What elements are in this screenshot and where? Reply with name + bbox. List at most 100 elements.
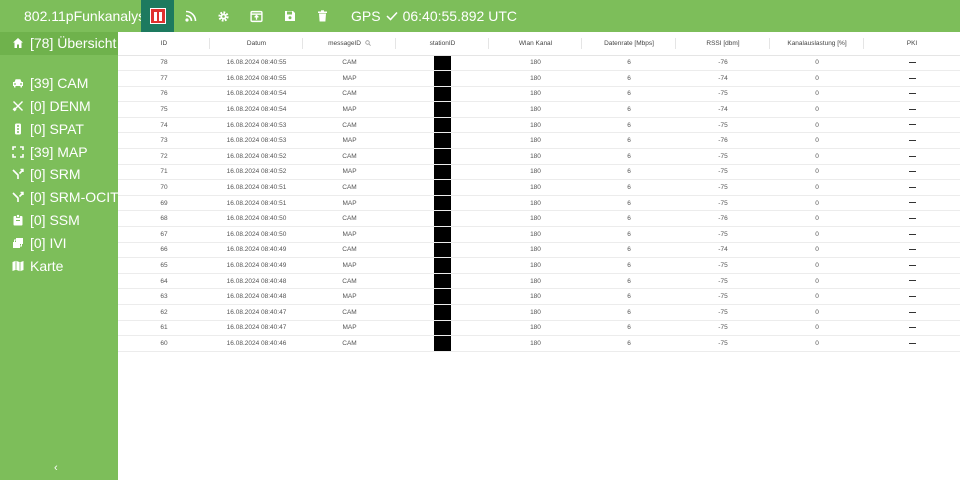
table-row[interactable]: 73 16.08.2024 08:40:53 MAP 180 6 -76 0 [118, 132, 960, 150]
table-row[interactable]: 69 16.08.2024 08:40:51 MAP 180 6 -75 0 [118, 195, 960, 212]
pki-cell [864, 55, 960, 72]
table-row[interactable]: 77 16.08.2024 08:40:55 MAP 180 6 -74 0 [118, 70, 960, 87]
gps-status: GPS 06:40:55.892 UTC [351, 8, 517, 24]
column-header[interactable]: stationID [396, 32, 489, 56]
sidebar-item-label: [0] SRM-OCIT [30, 189, 118, 206]
table-cell: 6 [582, 101, 676, 118]
table-cell: 0 [770, 257, 864, 274]
table-row[interactable]: 62 16.08.2024 08:40:47 CAM 180 6 -75 0 [118, 304, 960, 321]
minus-icon [908, 342, 916, 344]
table-cell: 180 [489, 226, 582, 243]
table-cell: 180 [489, 210, 582, 228]
column-header[interactable]: Datum [210, 32, 303, 56]
rss-button[interactable] [174, 0, 207, 32]
delete-button[interactable] [306, 0, 339, 32]
sidebar-item-label: [78] Übersicht [30, 35, 117, 52]
table-cell: 180 [489, 257, 582, 274]
sidebar-item-ssm[interactable]: [0] SSM [0, 209, 118, 232]
table-header-row: ID Datum messageID stationID Wlan Kanal Daten… [118, 32, 960, 56]
table-cell: CAM [303, 273, 396, 290]
column-header[interactable]: messageID [303, 32, 396, 56]
minus-icon [908, 108, 916, 110]
column-header[interactable]: ID [118, 32, 210, 56]
column-header[interactable]: Datenrate [Mbps] [582, 32, 676, 56]
table-row[interactable]: 70 16.08.2024 08:40:51 CAM 180 6 -75 0 [118, 179, 960, 196]
table-cell: -76 [676, 55, 770, 72]
table-cell: 6 [582, 288, 676, 305]
table-row[interactable]: 72 16.08.2024 08:40:52 CAM 180 6 -75 0 [118, 148, 960, 165]
table-cell: 180 [489, 86, 582, 103]
map-expand-icon [12, 145, 24, 158]
table-row[interactable]: 74 16.08.2024 08:40:53 CAM 180 6 -75 0 [118, 117, 960, 134]
export-button[interactable] [240, 0, 273, 32]
sidebar-item-srm[interactable]: [0] SRM [0, 163, 118, 186]
column-header[interactable]: Wlan Kanal [489, 32, 582, 56]
redaction-block [434, 305, 451, 320]
table-cell: -76 [676, 132, 770, 150]
settings-button[interactable] [207, 0, 240, 32]
table-cell: 6 [582, 257, 676, 274]
check-icon [386, 11, 398, 21]
table-cell: 16.08.2024 08:40:55 [210, 55, 303, 72]
fork-icon [12, 191, 24, 203]
sidebar-item-cam[interactable]: [39] CAM [0, 72, 118, 95]
table-cell: MAP [303, 320, 396, 337]
table-row[interactable]: 67 16.08.2024 08:40:50 MAP 180 6 -75 0 [118, 226, 960, 243]
sidebar-collapse-button[interactable]: ‹ [54, 462, 58, 474]
table-row[interactable]: 71 16.08.2024 08:40:52 MAP 180 6 -75 0 [118, 164, 960, 181]
station-id-redacted [396, 101, 489, 118]
table-row[interactable]: 68 16.08.2024 08:40:50 CAM 180 6 -76 0 [118, 210, 960, 228]
table-cell: 6 [582, 70, 676, 87]
pki-cell [864, 117, 960, 134]
save-button[interactable] [273, 0, 306, 32]
table-row[interactable]: 64 16.08.2024 08:40:48 CAM 180 6 -75 0 [118, 273, 960, 290]
minus-icon [908, 311, 916, 313]
table-cell: CAM [303, 335, 396, 352]
sidebar-item-label: [39] CAM [30, 75, 89, 92]
table-row[interactable]: 63 16.08.2024 08:40:48 MAP 180 6 -75 0 [118, 288, 960, 305]
table-row[interactable]: 75 16.08.2024 08:40:54 MAP 180 6 -74 0 [118, 101, 960, 118]
column-header[interactable]: PKI [864, 32, 960, 56]
sidebar-item-map[interactable]: [39] MAP [0, 140, 118, 163]
table-row[interactable]: 76 16.08.2024 08:40:54 CAM 180 6 -75 0 [118, 86, 960, 103]
sidebar-item-uebersicht[interactable]: [78] Übersicht [0, 32, 118, 55]
search-icon[interactable] [365, 40, 371, 46]
pki-cell [864, 226, 960, 243]
sidebar-item-ivi[interactable]: [0] IVI [0, 231, 118, 254]
table-cell: 0 [770, 55, 864, 72]
station-id-redacted [396, 320, 489, 337]
sidebar-item-srm-ocit[interactable]: [0] SRM-OCIT [0, 186, 118, 209]
minus-icon [908, 218, 916, 220]
pause-button[interactable] [141, 0, 174, 32]
column-header[interactable]: RSSI [dbm] [676, 32, 770, 56]
table-cell: -75 [676, 304, 770, 321]
pki-cell [864, 195, 960, 212]
station-id-redacted [396, 288, 489, 305]
table-cell: 16.08.2024 08:40:48 [210, 273, 303, 290]
table-row[interactable]: 60 16.08.2024 08:40:46 CAM 180 6 -75 0 [118, 335, 960, 352]
table-cell: 16.08.2024 08:40:54 [210, 101, 303, 118]
table-cell: -75 [676, 148, 770, 165]
table-cell: 16.08.2024 08:40:50 [210, 210, 303, 228]
table-cell: 180 [489, 320, 582, 337]
table-cell: 180 [489, 304, 582, 321]
sidebar-item-karte[interactable]: Karte [0, 254, 118, 277]
table-row[interactable]: 61 16.08.2024 08:40:47 MAP 180 6 -75 0 [118, 320, 960, 337]
app-title: 802.11pFunkanalyse [24, 8, 141, 24]
table-row[interactable]: 66 16.08.2024 08:40:49 CAM 180 6 -74 0 [118, 242, 960, 259]
table-cell: 0 [770, 304, 864, 321]
table-row[interactable]: 78 16.08.2024 08:40:55 CAM 180 6 -76 0 [118, 55, 960, 72]
sidebar-item-spat[interactable]: [0] SPAT [0, 117, 118, 140]
table-cell: 61 [118, 320, 210, 337]
column-header[interactable]: Kanalauslastung [%] [770, 32, 864, 56]
table-row[interactable]: 65 16.08.2024 08:40:49 MAP 180 6 -75 0 [118, 257, 960, 274]
table-cell: -75 [676, 86, 770, 103]
column-header-label: messageID [328, 39, 361, 47]
table-cell: 0 [770, 101, 864, 118]
table-cell: 6 [582, 226, 676, 243]
table-cell: 68 [118, 210, 210, 228]
tools-icon [12, 100, 24, 112]
column-header-label: Kanalauslastung [%] [787, 39, 847, 47]
redaction-block [434, 117, 451, 133]
sidebar-item-denm[interactable]: [0] DENM [0, 95, 118, 118]
